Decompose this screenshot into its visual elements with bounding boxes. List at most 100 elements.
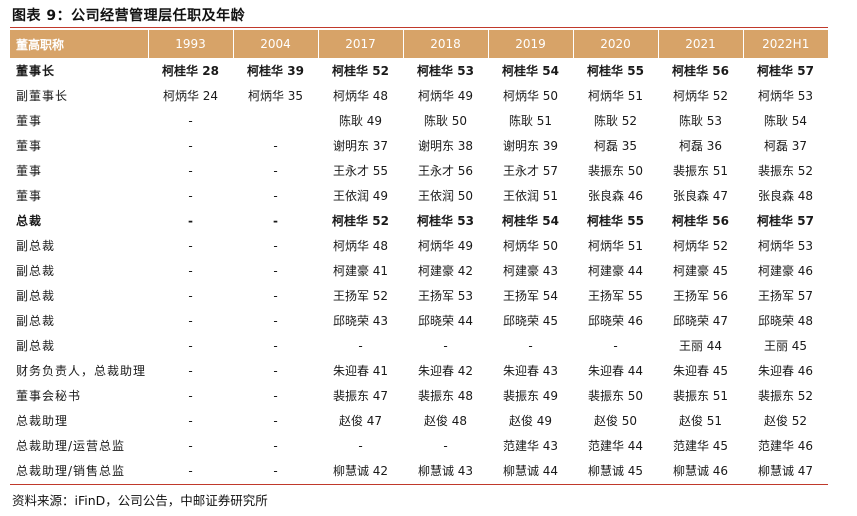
person-age-cell: 柯桂华 54 — [502, 214, 559, 228]
person-age-cell: 王依润 49 — [332, 189, 389, 203]
table-row: 财务负责人，总裁助理 - - 朱迎春 41 朱迎春 42 朱迎春 43 朱迎春 44 朱迎春 … — [10, 358, 828, 383]
person-age-cell: 朱迎春 43 — [502, 364, 559, 378]
person-age-cell: 王丽 44 — [678, 339, 723, 353]
role-cell: 董事 — [16, 139, 43, 153]
person-age-cell: 柯桂华 56 — [672, 64, 729, 78]
person-age-cell: 陈耿 49 — [338, 114, 383, 128]
person-age-cell: 柯桂华 39 — [247, 64, 304, 78]
person-age-cell: 邱晓荣 47 — [672, 314, 729, 328]
person-age-cell: 邱晓荣 44 — [417, 314, 474, 328]
person-age-cell: - — [443, 338, 448, 353]
person-age-cell: 朱迎春 45 — [672, 364, 729, 378]
header-cell-year: 2018 — [403, 30, 489, 58]
person-age-cell: 裴振东 52 — [757, 389, 814, 403]
role-cell: 副总裁 — [16, 339, 56, 353]
person-age-cell: 柯磊 36 — [678, 139, 723, 153]
role-cell: 董事 — [16, 189, 43, 203]
person-age-cell: 范建华 45 — [672, 439, 729, 453]
person-age-cell: 柯桂华 57 — [757, 214, 814, 228]
role-cell: 总裁助理 — [16, 414, 69, 428]
role-cell: 财务负责人，总裁助理 — [16, 364, 147, 378]
table-row: 董事 - - 王永才 55 王永才 56 王永才 57 裴振东 50 裴振东 51 裴振东 52 — [10, 158, 828, 183]
person-age-cell: - — [273, 138, 278, 153]
person-age-cell: - — [443, 438, 448, 453]
person-age-cell: 裴振东 50 — [587, 164, 644, 178]
person-age-cell: 王永才 56 — [417, 164, 474, 178]
table-row: 副总裁 - - 邱晓荣 43 邱晓荣 44 邱晓荣 45 邱晓荣 46 邱晓荣 47 邱晓荣 4… — [10, 308, 828, 333]
person-age-cell: 陈耿 54 — [763, 114, 808, 128]
header-cell-role: 董高职称 — [10, 30, 149, 58]
person-age-cell: 柯桂华 57 — [757, 64, 814, 78]
person-age-cell: - — [188, 163, 193, 178]
person-age-cell: 柯桂华 56 — [672, 214, 729, 228]
person-age-cell: 柯炳华 24 — [162, 89, 219, 103]
person-age-cell: 裴振东 48 — [417, 389, 474, 403]
person-age-cell: 谢明东 37 — [332, 139, 389, 153]
person-age-cell: 柯炳华 53 — [757, 239, 814, 253]
person-age-cell: 柯桂华 53 — [417, 214, 474, 228]
table-row: 总裁助理/运营总监 - - - - 范建华 43 范建华 44 范建华 45 范建华 46 — [10, 433, 828, 458]
person-age-cell: - — [188, 363, 193, 378]
person-age-cell: 柯桂华 52 — [332, 214, 389, 228]
person-age-cell: 谢明东 39 — [502, 139, 559, 153]
person-age-cell: 王扬军 53 — [417, 289, 474, 303]
person-age-cell: 王依润 50 — [417, 189, 474, 203]
person-age-cell: 王依润 51 — [502, 189, 559, 203]
person-age-cell: - — [358, 338, 363, 353]
person-age-cell: 柯炳华 53 — [757, 89, 814, 103]
person-age-cell: - — [273, 213, 278, 228]
person-age-cell: 朱迎春 44 — [587, 364, 644, 378]
table-row: 董事会秘书 - - 裴振东 47 裴振东 48 裴振东 49 裴振东 50 裴振东 51 裴振东… — [10, 383, 828, 408]
person-age-cell: - — [188, 313, 193, 328]
person-age-cell: 柯建豪 42 — [417, 264, 474, 278]
person-age-cell: 柯桂华 55 — [587, 214, 644, 228]
person-age-cell: 柯磊 35 — [593, 139, 638, 153]
header-cell-year: 2017 — [318, 30, 404, 58]
person-age-cell: 张良森 48 — [757, 189, 814, 203]
person-age-cell: 王扬军 55 — [587, 289, 644, 303]
person-age-cell: 柯桂华 54 — [502, 64, 559, 78]
person-age-cell: 赵俊 52 — [763, 414, 808, 428]
person-age-cell: 王永才 55 — [332, 164, 389, 178]
table-row: 董事 - - 王依润 49 王依润 50 王依润 51 张良森 46 张良森 47 张良森 48 — [10, 183, 828, 208]
person-age-cell: - — [273, 338, 278, 353]
person-age-cell: 柯炳华 49 — [417, 89, 474, 103]
person-age-cell: 王扬军 52 — [332, 289, 389, 303]
person-age-cell: 裴振东 47 — [332, 389, 389, 403]
person-age-cell: - — [528, 338, 533, 353]
person-age-cell: 朱迎春 42 — [417, 364, 474, 378]
person-age-cell: 范建华 44 — [587, 439, 644, 453]
role-cell: 董事会秘书 — [16, 389, 82, 403]
person-age-cell: 范建华 46 — [757, 439, 814, 453]
person-age-cell: - — [188, 213, 193, 228]
role-cell: 董事 — [16, 164, 43, 178]
person-age-cell: 柯建豪 45 — [672, 264, 729, 278]
table-row: 副总裁 - - 柯炳华 48 柯炳华 49 柯炳华 50 柯炳华 51 柯炳华 52 柯炳华 5… — [10, 233, 828, 258]
person-age-cell: 邱晓荣 46 — [587, 314, 644, 328]
role-cell: 董事长 — [16, 64, 56, 78]
table-row: 总裁助理 - - 赵俊 47 赵俊 48 赵俊 49 赵俊 50 赵俊 51 赵俊 52 — [10, 408, 828, 433]
person-age-cell: 柯炳华 50 — [502, 89, 559, 103]
person-age-cell: 邱晓荣 45 — [502, 314, 559, 328]
role-cell: 副总裁 — [16, 264, 56, 278]
person-age-cell: 陈耿 51 — [508, 114, 553, 128]
person-age-cell: 朱迎春 46 — [757, 364, 814, 378]
person-age-cell: - — [188, 413, 193, 428]
role-cell: 副总裁 — [16, 314, 56, 328]
person-age-cell: - — [273, 163, 278, 178]
person-age-cell: 柯炳华 48 — [332, 239, 389, 253]
person-age-cell: 柯桂华 28 — [162, 64, 219, 78]
person-age-cell: 柳慧诚 45 — [587, 464, 644, 478]
person-age-cell: 柯建豪 43 — [502, 264, 559, 278]
role-cell: 总裁助理/运营总监 — [16, 439, 126, 453]
table-row: 副总裁 - - - - - - 王丽 44 王丽 45 — [10, 333, 828, 358]
header-cell-year: 2020 — [573, 30, 659, 58]
person-age-cell: - — [188, 263, 193, 278]
table-row: 副总裁 - - 王扬军 52 王扬军 53 王扬军 54 王扬军 55 王扬军 56 王扬军 5… — [10, 283, 828, 308]
person-age-cell: - — [188, 338, 193, 353]
person-age-cell: 王丽 45 — [763, 339, 808, 353]
person-age-cell: - — [273, 288, 278, 303]
table-row: 总裁 - - 柯桂华 52 柯桂华 53 柯桂华 54 柯桂华 55 柯桂华 56 柯桂华 57 — [10, 208, 828, 233]
header-cell-year: 1993 — [148, 30, 234, 58]
person-age-cell: - — [188, 238, 193, 253]
